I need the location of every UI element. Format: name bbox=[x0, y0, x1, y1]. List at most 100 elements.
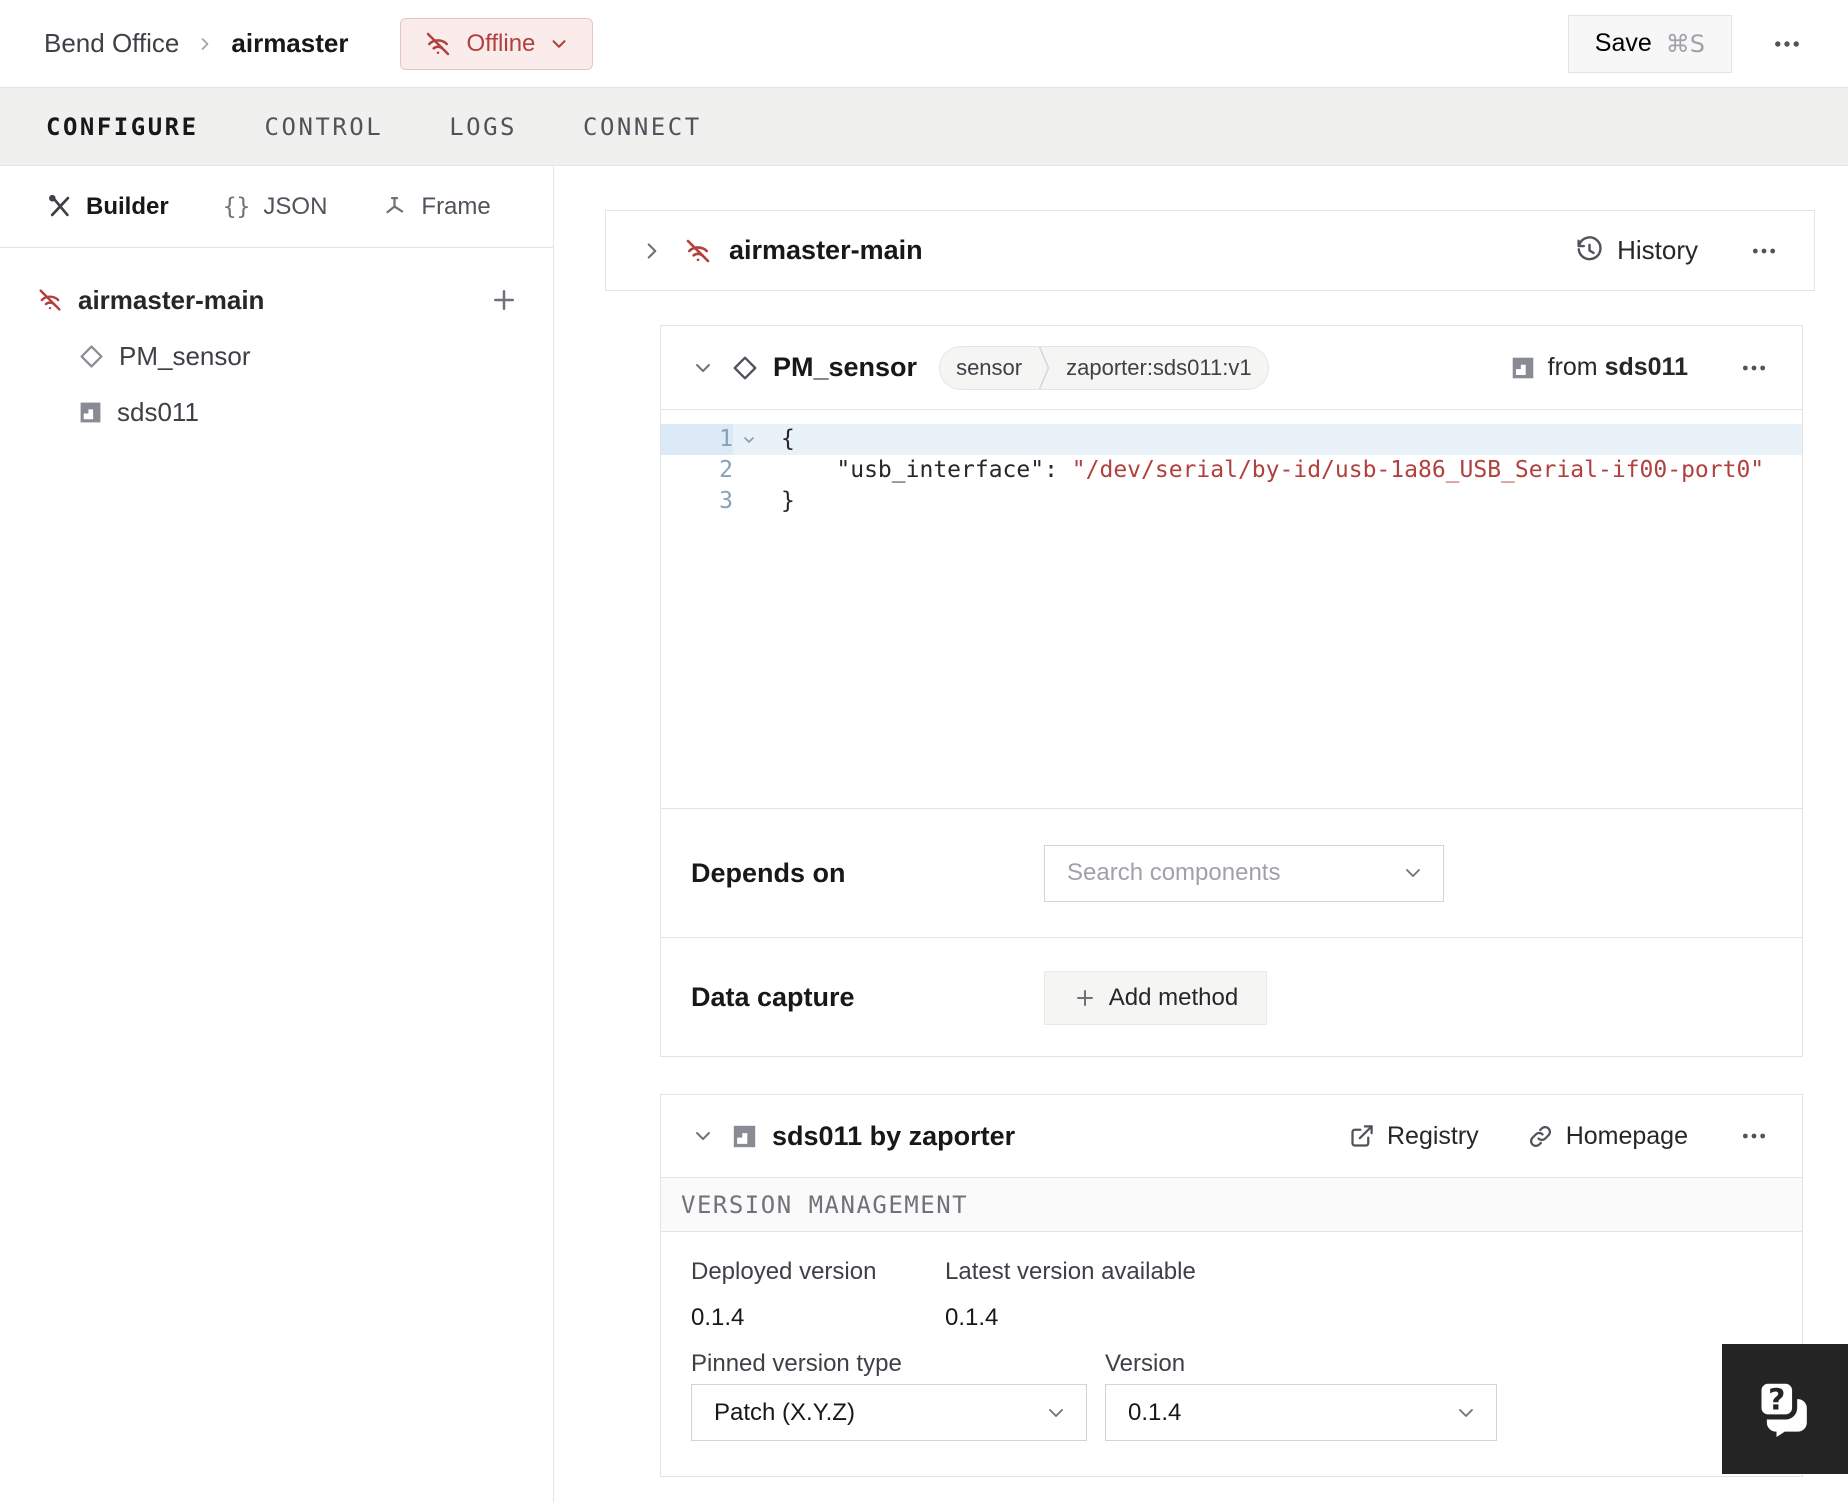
mode-json[interactable]: {} JSON bbox=[223, 193, 328, 221]
module-more-menu-button[interactable] bbox=[1734, 1116, 1774, 1156]
tree-item-sds011[interactable]: sds011 bbox=[0, 384, 553, 440]
module-links: Registry Homepage bbox=[1348, 1122, 1688, 1151]
deployed-version-label: Deployed version bbox=[691, 1258, 877, 1285]
chevron-down-icon bbox=[1454, 1401, 1478, 1425]
help-question-icon: ? bbox=[1751, 1375, 1819, 1443]
attributes-json-editor[interactable]: 1 { 2 "usb_interface": "/dev/serial/by-i… bbox=[661, 409, 1802, 808]
homepage-link[interactable]: Homepage bbox=[1527, 1122, 1688, 1151]
machine-status-dropdown[interactable]: Offline bbox=[400, 17, 594, 70]
code-string-value: "/dev/serial/by-id/usb-1a86_USB_Serial-i… bbox=[1071, 457, 1765, 483]
line-number: 3 bbox=[719, 488, 733, 514]
wifi-off-icon bbox=[36, 286, 64, 314]
pinned-version-type-value: Patch (X.Y.Z) bbox=[714, 1398, 855, 1426]
tab-connect[interactable]: CONNECT bbox=[583, 113, 702, 141]
chevron-down-icon bbox=[1044, 1401, 1068, 1425]
editor-line-2[interactable]: 2 "usb_interface": "/dev/serial/by-id/us… bbox=[661, 455, 1802, 486]
tab-configure[interactable]: CONFIGURE bbox=[46, 113, 199, 141]
latest-version-label: Latest version available bbox=[945, 1258, 1196, 1285]
history-label: History bbox=[1617, 235, 1698, 265]
module-icon bbox=[1510, 355, 1536, 381]
add-method-label: Add method bbox=[1108, 983, 1239, 1011]
add-component-button[interactable] bbox=[485, 281, 523, 319]
registry-link[interactable]: Registry bbox=[1348, 1122, 1479, 1151]
collapse-chevron-down-icon[interactable] bbox=[691, 1124, 715, 1148]
wifi-off-icon bbox=[423, 29, 453, 59]
version-value: 0.1.4 bbox=[1128, 1398, 1182, 1426]
code-text: "usb_interface": "/dev/serial/by-id/usb-… bbox=[765, 455, 1764, 486]
top-bar: Bend Office airmaster Offline Save ⌘S bbox=[0, 0, 1848, 88]
frame-axes-icon bbox=[381, 193, 408, 220]
config-sidebar: Builder {} JSON Frame airmaster-main PM_… bbox=[0, 166, 554, 1502]
component-diamond-icon bbox=[78, 343, 105, 370]
depends-on-row: Depends on Search components bbox=[661, 808, 1802, 937]
data-capture-label: Data capture bbox=[691, 982, 855, 1012]
component-tree: airmaster-main PM_sensor sds011 bbox=[0, 248, 553, 440]
mode-json-label: JSON bbox=[263, 192, 328, 220]
depends-on-select[interactable]: Search components bbox=[1044, 844, 1444, 902]
version-management-title: VERSION MANAGEMENT bbox=[681, 1190, 969, 1219]
primary-tab-bar: CONFIGURE CONTROL LOGS CONNECT bbox=[0, 88, 1848, 166]
save-button[interactable]: Save ⌘S bbox=[1567, 14, 1732, 73]
module-card-header: sds011 by zaporter Registry Homepage bbox=[661, 1095, 1802, 1177]
tree-item-machine-part-label: airmaster-main bbox=[78, 284, 265, 315]
version-select[interactable]: 0.1.4 bbox=[1105, 1384, 1497, 1441]
machine-part-title: airmaster-main bbox=[729, 235, 923, 265]
external-link-icon bbox=[1348, 1123, 1375, 1150]
component-title: PM_sensor bbox=[773, 352, 918, 382]
mode-builder-label: Builder bbox=[86, 192, 169, 220]
deployed-version-value: 0.1.4 bbox=[691, 1304, 745, 1331]
module-icon bbox=[731, 1123, 758, 1150]
config-mode-switcher: Builder {} JSON Frame bbox=[0, 166, 553, 248]
add-method-button[interactable]: Add method bbox=[1044, 970, 1267, 1025]
link-icon bbox=[1527, 1123, 1554, 1150]
breadcrumb-machine: airmaster bbox=[231, 28, 349, 58]
mode-builder[interactable]: Builder bbox=[46, 193, 169, 221]
tools-icon bbox=[46, 193, 73, 220]
history-button[interactable]: History bbox=[1575, 235, 1698, 266]
fold-chevron-icon[interactable] bbox=[733, 432, 765, 448]
version-management-section-header: VERSION MANAGEMENT bbox=[661, 1177, 1802, 1232]
breadcrumb-separator-icon bbox=[195, 34, 215, 54]
tab-logs[interactable]: LOGS bbox=[449, 113, 517, 141]
pinned-version-type-label: Pinned version type bbox=[691, 1350, 902, 1377]
collapse-chevron-down-icon[interactable] bbox=[691, 356, 715, 380]
tree-item-pm-sensor[interactable]: PM_sensor bbox=[0, 328, 553, 384]
line-number: 1 bbox=[661, 424, 733, 455]
plus-icon bbox=[1073, 986, 1097, 1010]
topbar-more-menu-button[interactable] bbox=[1764, 21, 1810, 67]
machine-part-more-menu-button[interactable] bbox=[1744, 231, 1784, 271]
component-model: zaporter:sds011:v1 bbox=[1066, 354, 1252, 380]
code-key: "usb_interface": bbox=[781, 457, 1072, 483]
braces-icon: {} bbox=[222, 193, 251, 220]
depends-on-placeholder: Search components bbox=[1067, 859, 1281, 886]
module-title: sds011 by zaporter bbox=[772, 1120, 1016, 1151]
pinned-version-type-select[interactable]: Patch (X.Y.Z) bbox=[691, 1384, 1087, 1441]
version-label: Version bbox=[1105, 1350, 1186, 1377]
machine-part-card: airmaster-main History bbox=[605, 210, 1815, 291]
expand-chevron-right-icon[interactable] bbox=[639, 238, 665, 264]
component-card-header: PM_sensor sensor zaporter:sds011:v1 from… bbox=[661, 326, 1802, 409]
code-text: { bbox=[781, 426, 795, 452]
tree-item-pm-sensor-label: PM_sensor bbox=[119, 340, 251, 371]
status-label: Offline bbox=[466, 29, 536, 57]
editor-line-1[interactable]: 1 { bbox=[661, 424, 1802, 455]
breadcrumb-org[interactable]: Bend Office bbox=[44, 28, 179, 59]
depends-on-label: Depends on bbox=[691, 857, 846, 888]
mode-frame[interactable]: Frame bbox=[381, 192, 491, 221]
help-button[interactable]: ? bbox=[1722, 1344, 1848, 1474]
latest-version-value: 0.1.4 bbox=[945, 1304, 999, 1331]
from-module-link[interactable]: from sds011 bbox=[1510, 353, 1688, 382]
history-clock-icon bbox=[1575, 236, 1604, 265]
from-prefix: from bbox=[1547, 353, 1598, 381]
svg-text:?: ? bbox=[1768, 1382, 1785, 1417]
registry-label: Registry bbox=[1387, 1121, 1479, 1150]
tab-control[interactable]: CONTROL bbox=[265, 113, 384, 141]
mode-frame-label: Frame bbox=[421, 192, 491, 220]
version-management-body: Deployed version Latest version availabl… bbox=[661, 1232, 1802, 1476]
editor-line-3[interactable]: 3 } bbox=[661, 486, 1802, 517]
component-more-menu-button[interactable] bbox=[1734, 348, 1774, 388]
component-diamond-icon bbox=[731, 354, 759, 382]
code-text: } bbox=[781, 488, 795, 514]
chevron-down-icon bbox=[548, 33, 570, 55]
tree-item-machine-part[interactable]: airmaster-main bbox=[0, 272, 553, 328]
